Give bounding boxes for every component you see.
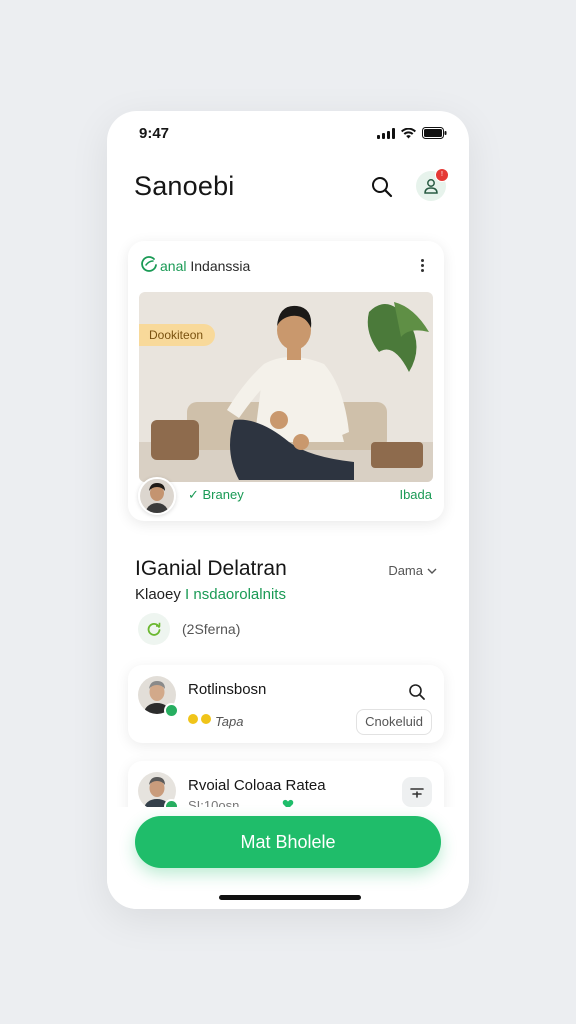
refresh-icon: [147, 622, 161, 636]
subtitle-dark: Klaoey: [135, 586, 181, 603]
brand-green-text: anal: [160, 258, 187, 274]
rating-dots: [188, 714, 211, 724]
battery-icon: [422, 127, 447, 139]
profile-photo: Dookiteon: [139, 292, 433, 482]
brand-dark-text: Indanssia: [190, 258, 251, 274]
more-vertical-icon[interactable]: [412, 253, 432, 277]
notification-badge: !: [435, 168, 449, 182]
verified-label: ✓ Braney: [188, 487, 244, 502]
status-icons: [377, 127, 447, 139]
chevron-down-icon: [427, 568, 437, 574]
home-indicator: [219, 895, 361, 900]
sort-label: Dama: [388, 563, 423, 578]
app-header: Sanoebi !: [134, 168, 449, 209]
primary-cta-button[interactable]: Mat Bholele: [135, 816, 441, 868]
card-footer: ✓ Braney Ibada: [138, 477, 434, 515]
phone-frame: 9:47 Sanoebi ! anal Indanssia Dookiteon …: [107, 111, 469, 909]
list-item-name: Rotlinsbosn: [188, 681, 267, 698]
detail-subtitle: Klaoey I nsdaorolalnits: [135, 586, 286, 603]
filter-button[interactable]: [402, 777, 432, 807]
subtitle-green: I nsdaorolalnits: [185, 586, 286, 603]
list-item-name: Rvoial Coloaa Ratea: [188, 777, 326, 794]
card-header: anal Indanssia: [140, 253, 432, 277]
filter-icon: [410, 788, 424, 798]
status-bar: 9:47: [107, 111, 469, 155]
detail-title: IGanial Delatran: [135, 557, 287, 580]
list-item-pill[interactable]: Cnokeluid: [356, 709, 432, 735]
chip-icon-wrap: [138, 613, 170, 645]
list-item[interactable]: Rotlinsbosn Tapa Cnokeluid: [128, 665, 444, 743]
search-icon[interactable]: [370, 175, 394, 199]
leaf-icon: [141, 256, 157, 272]
online-badge: [164, 703, 179, 718]
photo-illustration: [139, 292, 433, 482]
chip-row[interactable]: (2Sferna): [138, 613, 240, 645]
status-time: 9:47: [139, 125, 170, 142]
app-title: Sanoebi: [134, 171, 235, 201]
photo-tag: Dookiteon: [139, 324, 216, 346]
card-action-link[interactable]: Ibada: [399, 487, 432, 502]
avatar-illustration: [140, 479, 174, 513]
profile-button[interactable]: !: [416, 168, 449, 201]
list-item-tag: Tapa: [215, 714, 244, 729]
wifi-icon: [401, 127, 416, 138]
card-brand: anal Indanssia: [160, 258, 250, 274]
sort-dropdown[interactable]: Dama: [388, 563, 437, 578]
search-icon[interactable]: [408, 683, 426, 701]
signal-icon: [377, 127, 395, 139]
avatar[interactable]: [138, 477, 176, 515]
featured-profile-card[interactable]: anal Indanssia Dookiteon ✓ Braney Ibada: [128, 241, 444, 521]
chip-text: (2Sferna): [182, 621, 241, 637]
